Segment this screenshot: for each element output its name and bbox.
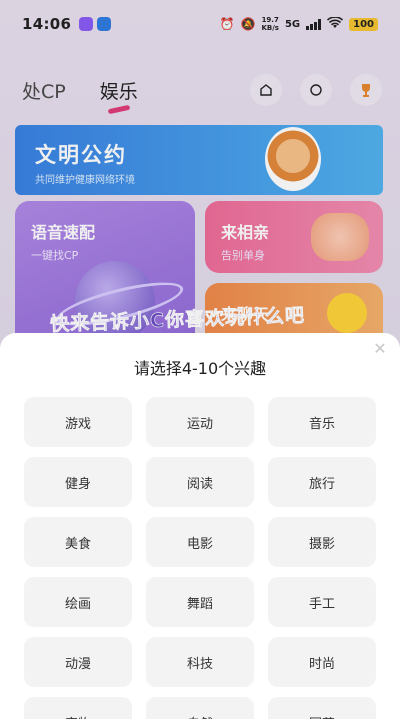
interest-chip[interactable]: 手工 <box>268 577 376 627</box>
interest-chip[interactable]: 园艺 <box>268 697 376 719</box>
interest-chip[interactable]: 旅行 <box>268 457 376 507</box>
interest-grid: 游戏 运动 音乐 健身 阅读 旅行 美食 电影 摄影 绘画 舞蹈 手工 动漫 科… <box>24 397 376 719</box>
interest-chip[interactable]: 科技 <box>146 637 254 687</box>
sheet-title: 请选择4-10个兴趣 <box>133 359 267 378</box>
interest-chip[interactable]: 摄影 <box>268 517 376 567</box>
interest-picker-sheet: ✕ 请选择4-10个兴趣 游戏 运动 音乐 健身 阅读 旅行 美食 电影 摄影 … <box>0 333 400 719</box>
interest-chip[interactable]: 音乐 <box>268 397 376 447</box>
interest-chip[interactable]: 健身 <box>24 457 132 507</box>
interest-chip[interactable]: 动漫 <box>24 637 132 687</box>
interest-chip[interactable]: 电影 <box>146 517 254 567</box>
interest-chip[interactable]: 宠物 <box>24 697 132 719</box>
interest-chip[interactable]: 时尚 <box>268 637 376 687</box>
interest-chip[interactable]: 自然 <box>146 697 254 719</box>
interest-chip[interactable]: 阅读 <box>146 457 254 507</box>
interest-chip[interactable]: 舞蹈 <box>146 577 254 627</box>
interest-chip[interactable]: 游戏 <box>24 397 132 447</box>
interest-chip[interactable]: 美食 <box>24 517 132 567</box>
interest-chip[interactable]: 绘画 <box>24 577 132 627</box>
interest-chip[interactable]: 运动 <box>146 397 254 447</box>
